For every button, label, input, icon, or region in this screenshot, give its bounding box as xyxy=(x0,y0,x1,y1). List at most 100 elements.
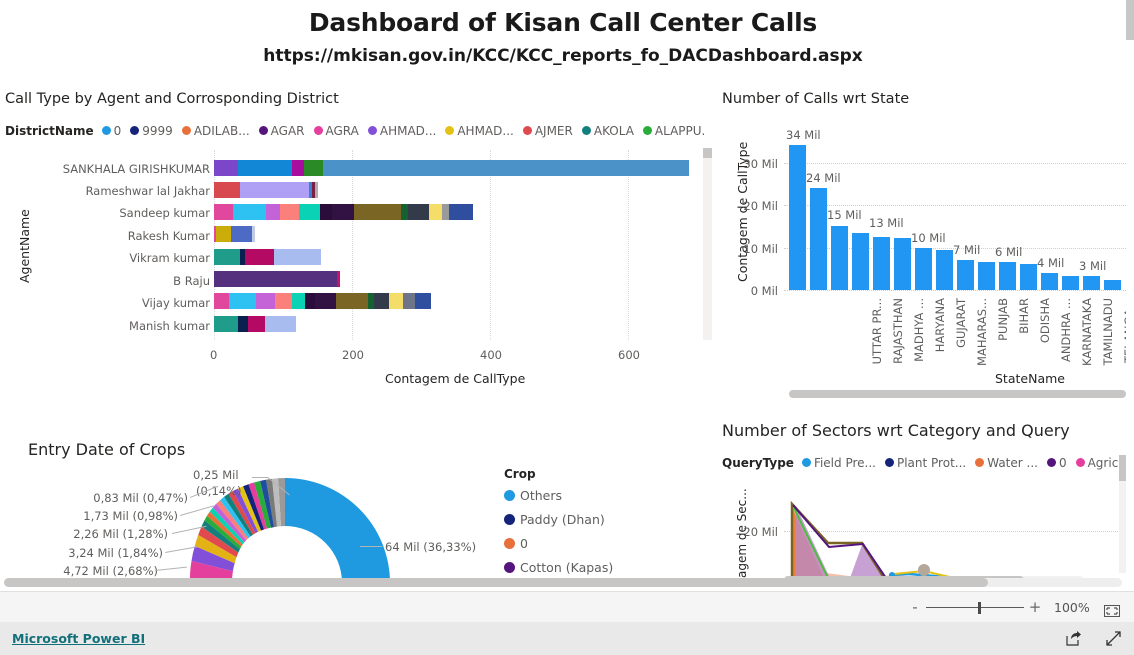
bar-segment[interactable] xyxy=(408,204,429,220)
share-icon[interactable] xyxy=(1065,630,1082,647)
bar-segment[interactable] xyxy=(336,293,368,309)
legend-item-crop[interactable]: Others xyxy=(504,488,613,503)
column-bar[interactable] xyxy=(789,145,806,290)
zoom-slider[interactable] xyxy=(926,601,1024,614)
table-row[interactable] xyxy=(214,293,431,309)
column-bar[interactable] xyxy=(1083,276,1100,290)
bar-segment[interactable] xyxy=(248,316,265,332)
data-point[interactable] xyxy=(918,564,930,576)
legend-item[interactable]: ADILAB... xyxy=(181,124,250,138)
bar-segment[interactable] xyxy=(354,204,401,220)
bar-segment[interactable] xyxy=(266,204,280,220)
legend-item[interactable]: 9999 xyxy=(130,124,173,138)
bar-segment[interactable] xyxy=(214,160,238,176)
fit-to-page-icon[interactable] xyxy=(1104,602,1120,617)
table-row[interactable] xyxy=(214,226,255,242)
bar-segment[interactable] xyxy=(442,204,449,220)
legend-districtname[interactable]: DistrictName 0 9999 ADILAB... AGAR AGRA … xyxy=(5,122,705,139)
bar-segment[interactable] xyxy=(449,204,473,220)
bar-segment[interactable] xyxy=(337,271,340,287)
legend-item[interactable]: Plant Prot... xyxy=(884,456,966,470)
column-bar[interactable] xyxy=(978,262,995,290)
sectors-visual-vscrollbar[interactable] xyxy=(1119,455,1126,573)
bar-segment[interactable] xyxy=(214,182,240,198)
column-bar[interactable] xyxy=(1062,276,1079,290)
scrollbar-thumb[interactable] xyxy=(1119,455,1126,481)
bar-segment[interactable] xyxy=(214,293,229,309)
table-row[interactable] xyxy=(214,316,296,332)
bar-segment[interactable] xyxy=(299,204,320,220)
legend-item[interactable]: AHMAD... xyxy=(445,124,514,138)
legend-item[interactable]: AGAR xyxy=(258,124,305,138)
legend-item[interactable]: AJMER xyxy=(522,124,573,138)
scrollbar-thumb[interactable] xyxy=(789,390,1126,398)
bar-segment[interactable] xyxy=(214,249,240,265)
bar-segment[interactable] xyxy=(304,160,323,176)
area-chart-sectors[interactable] xyxy=(784,495,1126,578)
area-series[interactable] xyxy=(792,505,1126,578)
bar-segment[interactable] xyxy=(256,293,275,309)
scrollbar-thumb[interactable] xyxy=(1126,0,1134,40)
legend-item[interactable]: AHMAD... xyxy=(367,124,436,138)
bar-segment[interactable] xyxy=(231,226,252,242)
bar-segment[interactable] xyxy=(238,160,292,176)
bar-segment[interactable] xyxy=(292,160,304,176)
bar-segment[interactable] xyxy=(389,293,403,309)
bar-segment[interactable] xyxy=(401,204,408,220)
column-bar[interactable] xyxy=(894,238,911,290)
zoom-control[interactable]: - + 100% xyxy=(908,592,1120,623)
zoom-in-button[interactable]: + xyxy=(1028,600,1042,615)
column-bar[interactable] xyxy=(852,233,869,290)
column-bar[interactable] xyxy=(1020,264,1037,290)
legend-item[interactable]: 0 xyxy=(1046,456,1067,470)
legend-item[interactable]: Water ... xyxy=(975,456,1038,470)
column-bar[interactable] xyxy=(999,262,1016,290)
slider-thumb[interactable] xyxy=(978,601,981,614)
page-vertical-scrollbar[interactable] xyxy=(1126,0,1134,591)
bar-segment[interactable] xyxy=(216,226,231,242)
bar-segment[interactable] xyxy=(238,316,248,332)
bar-segment[interactable] xyxy=(214,204,233,220)
scrollbar-thumb[interactable] xyxy=(703,148,712,158)
bar-segment[interactable] xyxy=(332,204,354,220)
table-row[interactable] xyxy=(214,204,498,220)
bar-segment[interactable] xyxy=(280,204,299,220)
column-bar[interactable] xyxy=(915,248,932,290)
zoom-out-button[interactable]: - xyxy=(908,600,922,615)
bar-segment[interactable] xyxy=(214,316,238,332)
legend-item[interactable]: ALAPPU... xyxy=(642,124,705,138)
fullscreen-icon[interactable] xyxy=(1105,630,1122,647)
bar-segment[interactable] xyxy=(323,160,689,176)
bar-segment[interactable] xyxy=(275,293,292,309)
bar-segment[interactable] xyxy=(214,271,337,287)
bar-segment[interactable] xyxy=(240,182,309,198)
bar-segment[interactable] xyxy=(305,293,315,309)
column-bar[interactable] xyxy=(831,226,848,290)
legend-item[interactable]: AKOLA xyxy=(581,124,634,138)
bar-segment[interactable] xyxy=(292,293,305,309)
table-row[interactable] xyxy=(214,271,340,287)
legend-item-crop[interactable]: Paddy (Dhan) xyxy=(504,512,613,527)
bar-segment[interactable] xyxy=(229,293,256,309)
scrollbar-thumb[interactable] xyxy=(4,578,988,587)
legend-item[interactable]: Field Pre... xyxy=(801,456,876,470)
bar-visual-scrollbar[interactable] xyxy=(703,148,712,340)
bar-segment[interactable] xyxy=(415,293,431,309)
bar-segment[interactable] xyxy=(265,316,296,332)
column-bar[interactable] xyxy=(1104,280,1121,290)
legend-item-crop[interactable]: 0 xyxy=(504,536,613,551)
legend-querytype[interactable]: QueryType Field Pre... Plant Prot... Wat… xyxy=(722,454,1126,471)
table-row[interactable] xyxy=(214,182,318,198)
column-bar[interactable] xyxy=(810,188,827,290)
bar-segment[interactable] xyxy=(274,249,321,265)
bar-segment[interactable] xyxy=(374,293,389,309)
legend-crop[interactable]: Crop Others Paddy (Dhan) 0 Cotton (Kapas… xyxy=(504,467,613,583)
bar-segment[interactable] xyxy=(315,182,318,198)
column-bar[interactable] xyxy=(957,260,974,290)
bar-segment[interactable] xyxy=(429,204,442,220)
legend-item[interactable]: 0 xyxy=(101,124,121,138)
column-bar[interactable] xyxy=(936,250,953,290)
legend-item-crop[interactable]: Cotton (Kapas) xyxy=(504,560,613,575)
microsoft-power-bi-link[interactable]: Microsoft Power BI xyxy=(12,631,145,646)
bar-segment[interactable] xyxy=(315,293,336,309)
